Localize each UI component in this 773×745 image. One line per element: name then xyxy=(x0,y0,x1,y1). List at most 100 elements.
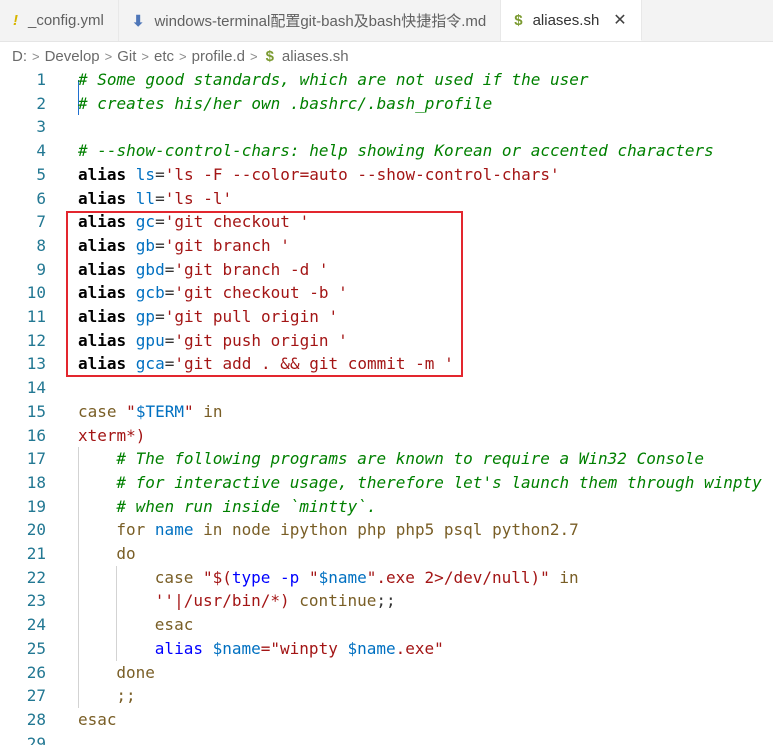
line-number: 15 xyxy=(26,401,46,421)
code-token: # when run inside `mintty`. xyxy=(116,496,377,516)
line-number: 25 xyxy=(26,638,46,658)
indent-guide xyxy=(116,613,118,638)
breadcrumb-item-profile-d[interactable]: profile.d xyxy=(192,48,245,65)
code-token: 'git add . && git commit -m ' xyxy=(174,354,454,374)
line-number: 24 xyxy=(26,615,46,635)
code-token: gb xyxy=(135,235,156,255)
code-text: case "$(type -p "$name".exe 2>/dev/null)… xyxy=(155,566,579,590)
code-line[interactable]: 9 alias gbd='git branch -d ' xyxy=(0,258,773,282)
code-token: ".exe 2>/dev/null)" xyxy=(366,567,550,587)
breadcrumb-item-file[interactable]: aliases.sh xyxy=(282,48,349,65)
editor-tab-bar: ! _config.yml ⬇ windows-terminal配置git-ba… xyxy=(0,0,773,42)
code-token: # Some good standards, which are not use… xyxy=(78,70,589,89)
chevron-right-icon: > xyxy=(32,48,40,64)
breadcrumb-item-develop[interactable]: Develop xyxy=(45,48,100,65)
shell-file-icon: $ xyxy=(265,47,274,65)
indent-guide xyxy=(78,684,79,709)
tab-windows-terminal-md[interactable]: ⬇ windows-terminal配置git-bash及bash快捷指令.md xyxy=(119,0,502,41)
breadcrumb-item-etc[interactable]: etc xyxy=(154,48,174,65)
code-line[interactable]: 17 # The following programs are known to … xyxy=(0,447,773,472)
code-token: gca xyxy=(135,354,165,374)
code-line[interactable]: 29 xyxy=(0,732,773,745)
code-token: alias xyxy=(78,212,136,232)
code-token: # for interactive usage, therefore let's… xyxy=(116,472,762,492)
code-text: # for interactive usage, therefore let's… xyxy=(116,471,761,495)
code-token: " xyxy=(126,401,136,421)
code-text: xterm*) xyxy=(78,424,145,448)
code-line[interactable]: 10 alias gcb='git checkout -b ' xyxy=(0,281,773,305)
code-line[interactable]: 15 case "$TERM" in xyxy=(0,400,773,424)
code-line[interactable]: 28 esac xyxy=(0,708,773,732)
code-token: $name xyxy=(347,638,396,658)
code-token: name xyxy=(154,520,194,540)
breadcrumb-item-git[interactable]: Git xyxy=(117,48,136,65)
breadcrumb-item-drive[interactable]: D: xyxy=(12,48,27,65)
code-text: esac xyxy=(78,708,117,732)
code-token: ;; xyxy=(116,686,136,706)
line-number: 28 xyxy=(26,709,46,729)
line-number: 2 xyxy=(36,93,46,113)
code-line[interactable]: 11 alias gp='git pull origin ' xyxy=(0,305,773,329)
line-number: 7 xyxy=(36,212,46,232)
code-line[interactable]: 14 xyxy=(0,376,773,400)
code-text: for name in node ipython php php5 psql p… xyxy=(116,518,578,542)
code-text: alias gcb='git checkout -b ' xyxy=(78,281,348,305)
code-line[interactable]: 16 xterm*) xyxy=(0,424,773,448)
code-token: 'ls -l' xyxy=(164,188,233,208)
code-token: = xyxy=(164,259,175,279)
code-line[interactable]: 2 # creates his/her own .bashrc/.bash_pro… xyxy=(0,92,773,116)
code-token: " xyxy=(308,567,319,587)
code-line[interactable]: 27;; xyxy=(0,684,773,709)
code-token: gp xyxy=(135,307,156,326)
line-number: 10 xyxy=(26,283,46,303)
code-line[interactable]: 25 alias $name="winpty $name.exe" xyxy=(0,636,773,661)
code-line[interactable]: 26 done xyxy=(0,660,773,685)
line-number: 8 xyxy=(36,235,46,255)
code-token: 'git checkout ' xyxy=(164,212,310,232)
chevron-right-icon: > xyxy=(249,48,258,64)
line-number: 1 xyxy=(36,70,46,89)
code-line[interactable]: 4 # --show-control-chars: help showing Ko… xyxy=(0,139,773,163)
code-token: = xyxy=(155,164,165,184)
code-token: 'git pull origin ' xyxy=(164,307,339,326)
code-line[interactable]: 22 case "$(type -p "$name".exe 2>/dev/nul… xyxy=(0,565,773,590)
tab-label: aliases.sh xyxy=(532,11,600,29)
code-text: # --show-control-chars: help showing Kor… xyxy=(78,139,714,163)
code-token: gbd xyxy=(135,259,165,279)
code-line[interactable]: 1 # Some good standards, which are not us… xyxy=(0,68,773,92)
code-line[interactable]: 18 # for interactive usage, therefore let… xyxy=(0,470,773,495)
code-line[interactable]: 6 alias ll='ls -l' xyxy=(0,187,773,211)
code-editor[interactable]: 1 # Some good standards, which are not us… xyxy=(0,68,773,745)
code-line[interactable]: 21 do xyxy=(0,542,773,566)
yaml-file-icon: ! xyxy=(13,12,18,29)
tab-aliases-sh[interactable]: $ aliases.sh ✕ xyxy=(501,0,642,41)
code-line[interactable]: 3 xyxy=(0,115,773,139)
line-number: 3 xyxy=(36,117,46,137)
code-line[interactable]: 19 # when run inside `mintty`. xyxy=(0,494,773,519)
code-token: 'git branch -d ' xyxy=(174,259,329,279)
close-icon[interactable]: ✕ xyxy=(613,10,626,30)
indent-guide xyxy=(78,660,79,685)
code-token: 'git branch ' xyxy=(164,235,290,255)
line-number: 13 xyxy=(26,354,46,374)
code-text: alias gb='git branch ' xyxy=(78,234,290,258)
code-text: # when run inside `mintty`. xyxy=(116,495,376,519)
line-number: 26 xyxy=(26,662,46,682)
code-line[interactable]: 7 alias gc='git checkout ' xyxy=(0,210,773,234)
tab-config-yml[interactable]: ! _config.yml xyxy=(0,0,119,41)
line-number: 6 xyxy=(36,188,46,208)
code-text: # Some good standards, which are not use… xyxy=(78,68,589,92)
code-text: ;; xyxy=(116,684,135,708)
code-token: = xyxy=(155,235,165,255)
code-line[interactable]: 20 for name in node ipython php php5 psql… xyxy=(0,518,773,543)
code-token: alias xyxy=(78,188,136,208)
breadcrumb: D: > Develop > Git > etc > profile.d > $… xyxy=(0,42,773,70)
code-line[interactable]: 23 ''|/usr/bin/*) continue;; xyxy=(0,589,773,614)
code-line[interactable]: 8 alias gb='git branch ' xyxy=(0,234,773,258)
code-line[interactable]: 24 esac xyxy=(0,613,773,638)
code-token: = xyxy=(164,330,175,350)
code-line[interactable]: 12 alias gpu='git push origin ' xyxy=(0,329,773,353)
code-line[interactable]: 5 alias ls='ls -F --color=auto --show-con… xyxy=(0,163,773,187)
code-token: type -p xyxy=(231,567,309,587)
code-line[interactable]: 13 alias gca='git add . && git commit -m … xyxy=(0,352,773,376)
